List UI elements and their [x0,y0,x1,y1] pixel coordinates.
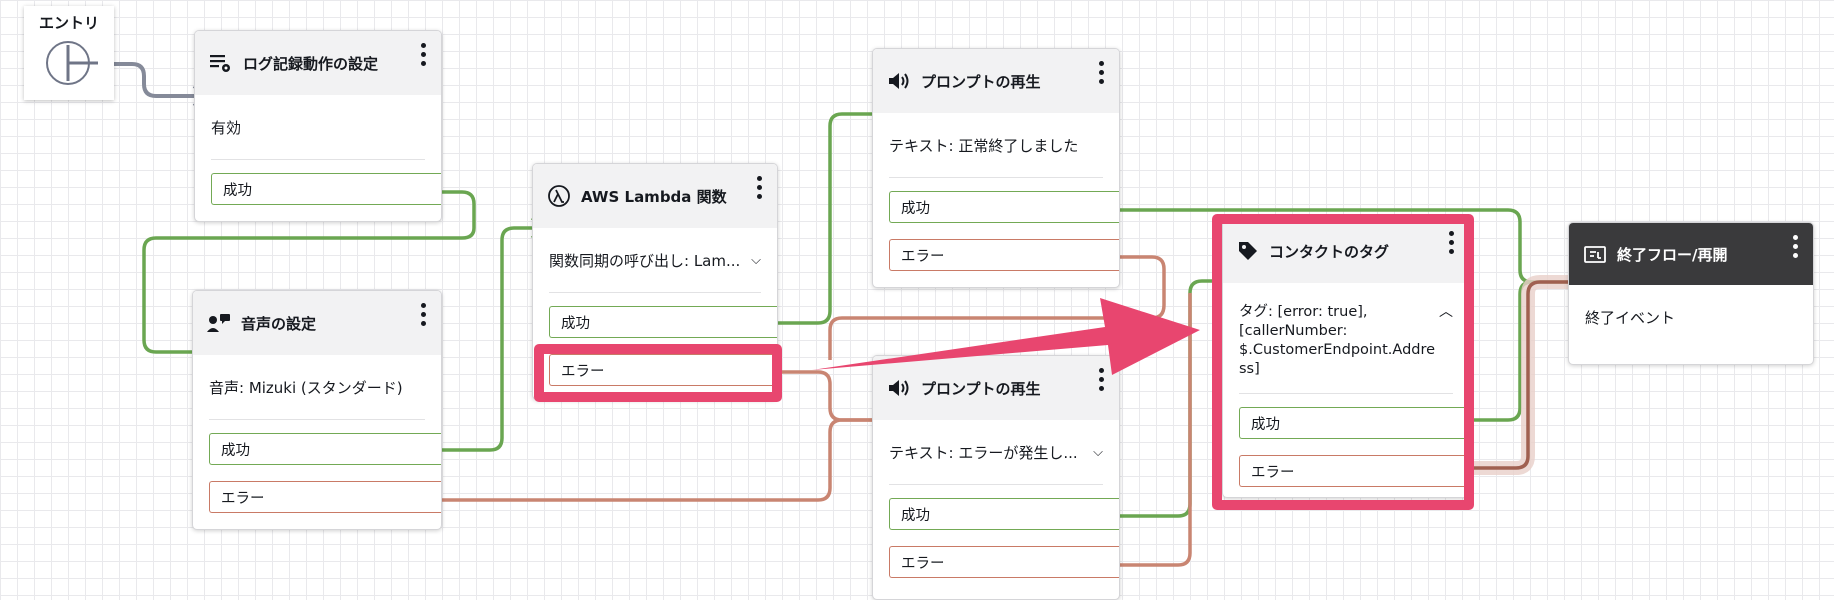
branch-error[interactable]: エラー [1239,455,1469,487]
branch-success[interactable]: 成功 [209,433,441,465]
lambda-icon [547,184,571,208]
tag-icon [1237,240,1259,262]
log-settings-icon [209,52,233,74]
end-flow-icon [1583,243,1607,265]
block-lambda[interactable]: AWS Lambda 関数 関数同期の呼び出し: Lam... ⌵ 成功 エラー [532,163,778,400]
chevron-up-icon[interactable]: ︿ [1439,303,1453,379]
wire-entry-logging[interactable] [98,62,206,98]
branch-success[interactable]: 成功 [1239,407,1469,439]
block-detail: 有効 [211,95,425,160]
block-title: ログ記録動作の設定 [243,54,379,73]
block-header: プロンプトの再生 [873,49,1119,113]
block-header: AWS Lambda 関数 [533,164,777,228]
block-prompt-error[interactable]: プロンプトの再生 テキスト: エラーが発生し... ⌵ 成功 エラー [872,355,1120,600]
more-options-icon[interactable] [1793,235,1799,258]
wire-tag-error-end-halo [1470,275,1582,475]
block-detail[interactable]: テキスト: エラーが発生し... ⌵ [889,420,1103,485]
branch-error[interactable]: エラー [889,239,1119,271]
block-contact-tag[interactable]: コンタクトのタグ タグ: [error: true], [callerNumbe… [1222,218,1470,498]
block-title: プロンプトの再生 [921,379,1041,398]
branch-success[interactable]: 成功 [211,173,441,205]
entry-node[interactable]: エントリ [24,6,114,100]
block-title: プロンプトの再生 [921,72,1041,91]
branch-success[interactable]: 成功 [549,306,777,338]
block-detail[interactable]: タグ: [error: true], [callerNumber: $.Cust… [1239,283,1453,394]
branch-error[interactable]: エラー [889,546,1119,578]
more-options-icon[interactable] [421,43,427,66]
more-options-icon[interactable] [1099,61,1105,84]
more-options-icon[interactable] [1099,368,1105,391]
voice-icon [207,312,231,334]
block-header: ログ記録動作の設定 [195,31,441,95]
block-header: 終了フロー/再開 [1569,223,1813,285]
speaker-icon [887,70,911,92]
wire-voice-lambda[interactable] [442,226,544,452]
wire-voice-prompt-err[interactable] [442,418,888,502]
wire-prompt-err-error[interactable] [1120,293,1192,567]
block-prompt-success[interactable]: プロンプトの再生 テキスト: 正常終了しました 成功 エラー [872,48,1120,288]
branch-success[interactable]: 成功 [889,498,1119,530]
more-options-icon[interactable] [1449,231,1455,254]
block-title: 終了フロー/再開 [1617,245,1728,264]
block-title: コンタクトのタグ [1269,242,1390,261]
block-title: 音声の設定 [241,314,317,333]
block-header: プロンプトの再生 [873,356,1119,420]
chevron-down-icon[interactable]: ⌵ [1093,445,1103,460]
block-title: AWS Lambda 関数 [581,187,727,206]
block-header: コンタクトのタグ [1223,219,1469,283]
block-detail: 終了イベント [1585,308,1676,327]
branch-error[interactable]: エラー [209,481,441,513]
entry-icon [46,41,98,85]
block-logging[interactable]: ログ記録動作の設定 有効 成功 [194,30,442,222]
branch-error[interactable]: エラー [549,354,777,386]
block-detail: 音声: Mizuki (スタンダード) [209,355,425,420]
block-detail: テキスト: 正常終了しました [889,113,1103,178]
entry-label: エントリ [38,14,99,32]
more-options-icon[interactable] [421,303,427,326]
block-end-flow[interactable]: 終了フロー/再開 終了イベント [1568,222,1814,365]
more-options-icon[interactable] [757,176,763,199]
speaker-icon [887,377,911,399]
block-header: 音声の設定 [193,291,441,355]
chevron-down-icon[interactable]: ⌵ [751,253,761,268]
branch-success[interactable]: 成功 [889,191,1119,223]
block-voice[interactable]: 音声の設定 音声: Mizuki (スタンダード) 成功 エラー [192,290,442,530]
block-detail[interactable]: 関数同期の呼び出し: Lam... ⌵ [549,228,761,293]
